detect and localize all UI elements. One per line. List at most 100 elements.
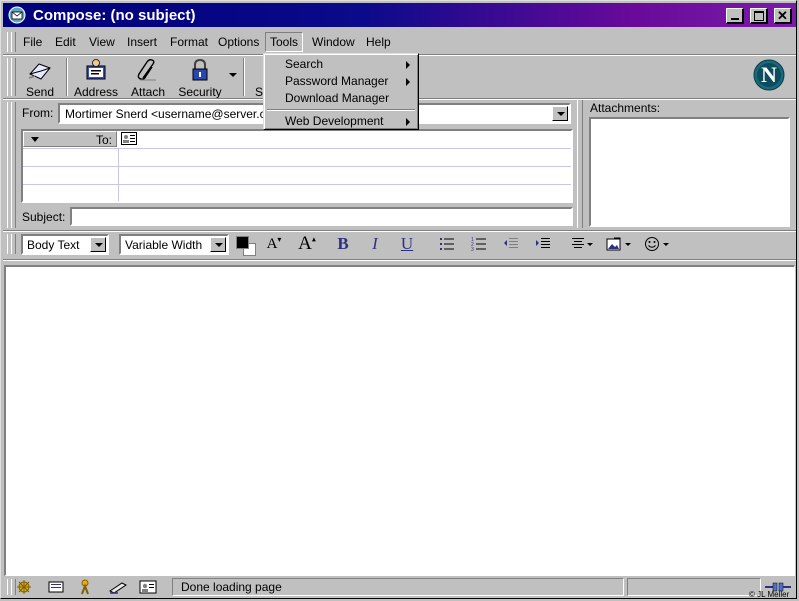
minimize-icon — [730, 17, 739, 20]
submenu-arrow-icon-3 — [406, 118, 410, 126]
align-button[interactable] — [568, 234, 598, 254]
status-text-panel: Done loading page — [172, 578, 624, 596]
from-dropdown-button[interactable] — [552, 106, 568, 121]
decrease-font-button[interactable]: A▾ — [262, 234, 286, 254]
svg-text:N: N — [761, 62, 777, 87]
security-button[interactable]: Security — [174, 58, 226, 99]
close-button[interactable]: ✕ — [774, 8, 792, 24]
toolbar-separator — [66, 58, 68, 96]
menu-view[interactable]: View — [89, 35, 115, 49]
from-label: From: — [22, 106, 54, 120]
indent-button[interactable] — [532, 234, 554, 254]
attachments-splitter[interactable] — [577, 100, 583, 228]
menu-item-web-development-label: Web Development — [285, 114, 384, 128]
bold-icon: B — [337, 234, 349, 253]
maximize-icon — [753, 10, 764, 21]
italic-icon: I — [372, 234, 378, 253]
menu-help[interactable]: Help — [366, 35, 391, 49]
increase-font-button[interactable]: A▴ — [294, 233, 320, 254]
menu-window[interactable]: Window — [312, 35, 355, 49]
submenu-arrow-icon — [406, 61, 410, 69]
netscape-logo[interactable]: N — [753, 59, 785, 91]
format-grip-2 — [11, 234, 16, 254]
recipient-grid-line-2 — [23, 166, 571, 167]
menu-file[interactable]: File — [23, 35, 42, 49]
send-button[interactable]: Send — [14, 58, 66, 99]
bold-button[interactable]: B — [332, 234, 354, 254]
insert-image-icon — [606, 237, 631, 251]
status-text: Done loading page — [181, 580, 282, 594]
menu-item-search[interactable]: Search — [285, 57, 323, 71]
bullet-list-icon — [440, 238, 454, 250]
security-label: Security — [178, 85, 222, 99]
outdent-icon — [504, 238, 518, 248]
italic-button[interactable]: I — [364, 234, 386, 254]
numbered-list-button[interactable]: 1 2 3 — [468, 234, 490, 254]
menu-item-download-manager[interactable]: Download Manager — [285, 91, 389, 105]
paragraph-style-value: Body Text — [27, 238, 80, 252]
to-label: To: — [95, 133, 112, 147]
subject-input[interactable] — [70, 207, 573, 226]
smiley-icon — [645, 237, 669, 251]
watermark: © JL Meller — [749, 590, 790, 599]
address-book-status-icon[interactable] — [139, 579, 157, 595]
decrease-font-size-icon: A▾ — [266, 235, 282, 252]
attach-label: Attach — [130, 85, 166, 99]
menu-edit[interactable]: Edit — [55, 35, 76, 49]
attachments-list[interactable] — [589, 117, 790, 227]
app-icon[interactable] — [7, 5, 27, 25]
mail-icon[interactable] — [47, 579, 65, 595]
svg-text:3: 3 — [471, 247, 474, 251]
message-body-editor[interactable] — [4, 265, 795, 576]
outdent-button[interactable] — [500, 234, 522, 254]
text-color-button[interactable] — [236, 236, 256, 256]
bullet-list-button[interactable] — [436, 234, 458, 254]
recipient-type-dropdown[interactable]: To: — [23, 131, 117, 147]
paperclip-icon — [137, 59, 156, 81]
menu-insert[interactable]: Insert — [127, 35, 157, 49]
paragraph-style-select[interactable]: Body Text — [21, 234, 109, 255]
menu-item-web-development[interactable]: Web Development — [285, 114, 384, 128]
minimize-button[interactable] — [726, 8, 744, 24]
font-select[interactable]: Variable Width — [119, 234, 229, 255]
from-value: Mortimer Snerd <username@server.com> — [65, 107, 290, 121]
title-bar[interactable]: Compose: (no subject) ✕ — [3, 3, 796, 27]
recipient-list[interactable]: To: — [21, 129, 573, 203]
subject-label: Subject: — [22, 210, 66, 224]
underline-icon: U — [400, 234, 414, 253]
menu-item-password-manager-label: Password Manager — [285, 74, 389, 88]
menu-tools[interactable]: Tools — [265, 32, 304, 52]
menu-format[interactable]: Format — [170, 35, 208, 49]
recipient-grid-vline — [118, 148, 119, 201]
window-title: Compose: (no subject) — [33, 7, 196, 24]
increase-font-size-icon: A▴ — [298, 233, 316, 254]
font-value: Variable Width — [125, 238, 203, 252]
navigator-icon[interactable] — [16, 579, 32, 595]
menu-item-password-manager[interactable]: Password Manager — [285, 74, 388, 88]
composer-icon[interactable] — [108, 579, 128, 595]
send-label: Send — [25, 85, 55, 99]
font-dropdown-button[interactable] — [210, 237, 226, 252]
submenu-arrow-icon-2 — [406, 78, 410, 86]
address-button[interactable]: Address — [70, 58, 122, 99]
attachments-label: Attachments: — [590, 101, 661, 115]
instant-messenger-icon[interactable] — [77, 579, 93, 595]
underline-button[interactable]: U — [396, 234, 418, 254]
close-icon: ✕ — [777, 7, 788, 23]
header-divider — [3, 230, 796, 232]
numbered-list-icon: 1 2 3 — [471, 237, 486, 251]
header-grip-2 — [11, 102, 16, 228]
maximize-button[interactable] — [750, 8, 768, 24]
menu-bar: File Edit View Insert Format Options Too… — [3, 30, 796, 54]
foreground-color-swatch — [236, 236, 249, 249]
insert-smiley-button[interactable] — [642, 234, 674, 254]
indent-icon — [536, 238, 550, 248]
insert-object-button[interactable] — [604, 234, 636, 254]
menubar-grip-2 — [11, 32, 16, 52]
attach-button[interactable]: Attach — [122, 58, 174, 99]
recipient-grid-line — [23, 148, 571, 149]
format-divider — [3, 259, 796, 261]
paragraph-style-dropdown-button[interactable] — [90, 237, 106, 252]
menu-options[interactable]: Options — [218, 35, 259, 49]
tools-dropdown-menu: Search Password Manager Download Manager… — [263, 53, 419, 130]
